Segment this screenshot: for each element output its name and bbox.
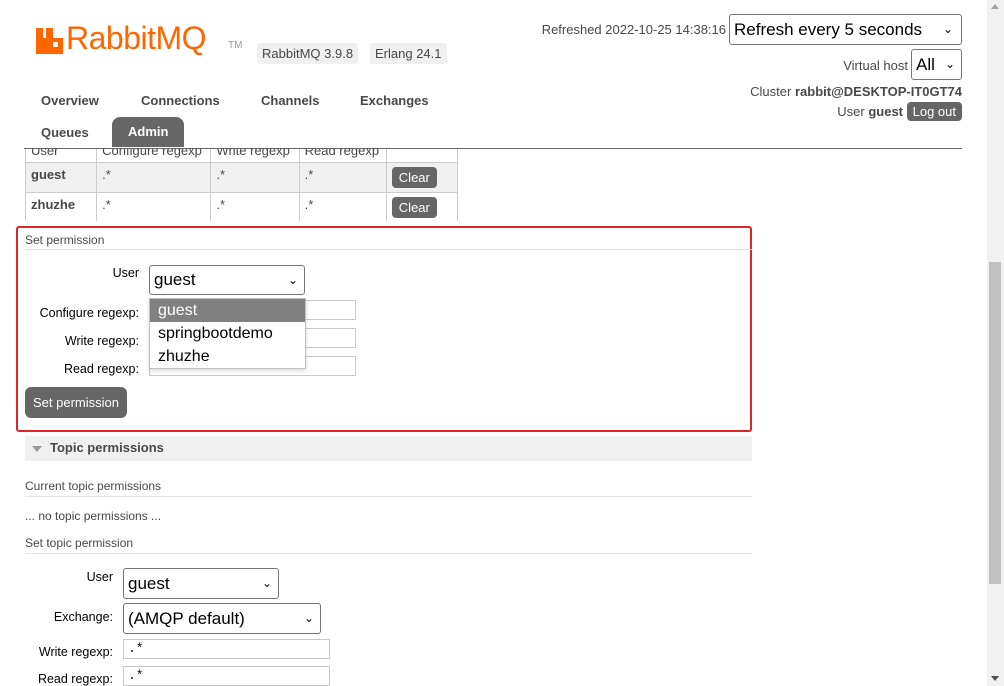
scrollbar-thumb[interactable] <box>989 262 1001 584</box>
column-header: Write regexp <box>210 149 300 163</box>
chevron-down-icon: ⌄ <box>942 22 953 36</box>
cluster-name: rabbit@DESKTOP-IT0GT74 <box>794 84 962 99</box>
chevron-down-icon: ⌄ <box>261 576 272 590</box>
row-user: guest <box>31 167 66 182</box>
topic-exchange-select[interactable]: (AMQP default) ⌄ <box>123 603 321 634</box>
row-configure: .* <box>96 162 212 193</box>
user-dropdown-list: guest springbootdemo zhuzhe <box>149 298 306 369</box>
refreshed-timestamp: Refreshed 2022-10-25 14:38:16 <box>541 22 726 37</box>
topic-write-regexp-label: Write regexp: <box>38 645 113 659</box>
user-label: User <box>837 104 865 119</box>
row-read: .* <box>298 192 387 221</box>
row-read: .* <box>298 162 387 193</box>
topic-read-regexp-label: Read regexp: <box>37 672 113 686</box>
exchange-label: Exchange: <box>53 610 113 624</box>
refresh-interval-select[interactable]: Refresh every 5 seconds ⌄ <box>729 14 962 45</box>
current-topic-permissions-title: Current topic permissions <box>25 479 162 493</box>
scroll-up-arrow-icon[interactable] <box>991 4 999 9</box>
logout-button[interactable]: Log out <box>906 102 962 121</box>
row-write: .* <box>210 192 300 221</box>
current-user-name: guest <box>868 104 903 119</box>
virtual-host-value: All <box>916 55 935 74</box>
topic-write-regexp-value: .* <box>128 641 144 656</box>
topic-permissions-header[interactable]: Topic permissions <box>25 436 752 461</box>
virtual-host-label: Virtual host <box>843 58 908 73</box>
clear-permission-button[interactable]: Clear <box>391 167 437 188</box>
nav-channels[interactable]: Channels <box>261 93 320 108</box>
virtual-host-select[interactable]: All ⌄ <box>911 49 962 80</box>
configure-regexp-label: Configure regexp: <box>39 306 139 320</box>
divider <box>25 249 752 250</box>
read-regexp-label: Read regexp: <box>63 362 139 376</box>
topic-read-regexp-input[interactable]: .* <box>123 666 330 686</box>
column-header <box>385 149 459 163</box>
topic-user-select[interactable]: guest ⌄ <box>123 568 279 599</box>
set-topic-permission-title: Set topic permission <box>25 536 134 550</box>
chevron-down-icon: ⌄ <box>303 611 314 625</box>
write-regexp-label: Write regexp: <box>64 334 139 348</box>
row-user: zhuzhe <box>31 197 76 212</box>
clear-permission-button[interactable]: Clear <box>391 197 437 218</box>
refresh-interval-value: Refresh every 5 seconds <box>734 20 923 39</box>
cluster-info: Cluster rabbit@DESKTOP-IT0GT74 <box>750 84 962 99</box>
divider <box>25 496 752 497</box>
column-header: User <box>25 149 98 163</box>
nav-overview[interactable]: Overview <box>41 93 99 108</box>
row-write: .* <box>210 162 300 193</box>
topic-read-regexp-value: .* <box>128 668 144 683</box>
topic-exchange-value: (AMQP default) <box>128 609 245 628</box>
user-label: User <box>112 266 139 280</box>
permission-user-value: guest <box>154 270 196 289</box>
topic-user-value: guest <box>128 574 170 593</box>
topic-permissions-title: Topic permissions <box>50 440 164 455</box>
table-row: guest .* .* .* Clear <box>25 162 459 193</box>
nav-queues[interactable]: Queues <box>41 125 89 140</box>
user-info: User guest Log out <box>837 102 962 121</box>
column-header: Read regexp <box>298 149 387 163</box>
erlang-badge: Erlang 24.1 <box>370 43 447 64</box>
no-topic-permissions-text: ... no topic permissions ... <box>25 509 162 523</box>
set-permission-button[interactable]: Set permission <box>25 387 127 418</box>
dropdown-option-zhuzhe[interactable]: zhuzhe <box>150 345 305 368</box>
collapse-triangle-icon <box>32 446 42 452</box>
topic-user-label: User <box>86 570 113 584</box>
permission-user-select[interactable]: guest ⌄ <box>149 265 305 295</box>
dropdown-option-springbootdemo[interactable]: springbootdemo <box>150 322 305 345</box>
column-header: Configure regexp <box>96 149 212 163</box>
logo-text: RabbitMQ <box>66 20 207 56</box>
table-header-row: User Configure regexp Write regexp Read … <box>25 149 459 163</box>
nav-connections[interactable]: Connections <box>141 93 220 108</box>
nav-admin[interactable]: Admin <box>112 117 185 147</box>
nav-exchanges[interactable]: Exchanges <box>360 93 429 108</box>
logo-trademark: TM <box>228 40 243 51</box>
row-configure: .* <box>96 192 212 221</box>
divider <box>25 553 752 554</box>
permissions-table: User Configure regexp Write regexp Read … <box>25 149 459 221</box>
dropdown-option-guest[interactable]: guest <box>150 299 305 322</box>
chevron-down-icon: ⌄ <box>944 57 955 71</box>
set-permission-title: Set permission <box>25 233 105 247</box>
topic-write-regexp-input[interactable]: .* <box>123 639 330 659</box>
version-badge: RabbitMQ 3.9.8 <box>257 43 359 64</box>
rabbit-logo-icon <box>36 28 63 54</box>
table-row: zhuzhe .* .* .* Clear <box>25 192 459 221</box>
scroll-down-arrow-icon[interactable] <box>991 676 999 681</box>
cluster-label: Cluster <box>750 84 792 99</box>
permissions-table-viewport: User Configure regexp Write regexp Read … <box>25 149 459 221</box>
chevron-down-icon: ⌄ <box>287 273 298 287</box>
